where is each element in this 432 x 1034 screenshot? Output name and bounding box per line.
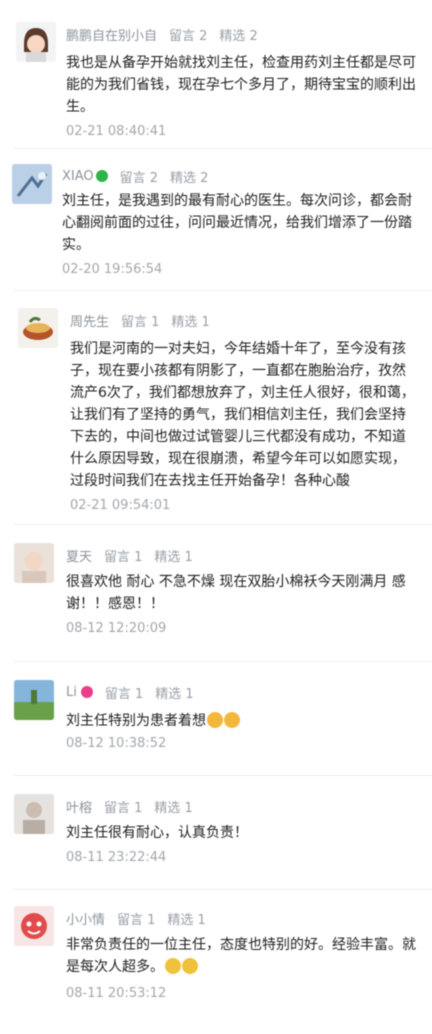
- status-badge-icon: [95, 170, 108, 182]
- comment-time: 02-20 19:56:54: [62, 262, 163, 277]
- comment-time: 08-11 20:53:12: [66, 986, 167, 1001]
- food-bowl-avatar-icon: [18, 308, 58, 348]
- comment-time: 02-21 09:54:01: [70, 498, 171, 513]
- divider: [14, 290, 432, 291]
- nickname[interactable]: 周先生: [70, 311, 109, 330]
- reply-count: 留言 1: [121, 314, 160, 330]
- featured-count: 精选 1: [155, 686, 194, 702]
- nickname[interactable]: Li: [66, 685, 77, 700]
- avatar[interactable]: [14, 906, 54, 946]
- comment-text: 刘主任特别为患者着想: [66, 710, 418, 732]
- avatar[interactable]: [16, 22, 56, 62]
- nickname[interactable]: 鹏鹏自在别小自: [66, 25, 157, 44]
- avatar[interactable]: [18, 308, 58, 348]
- divider: [14, 775, 432, 776]
- avatar[interactable]: [14, 543, 54, 583]
- comment-text: 我们是河南的一对夫妇，今年结婚十年了，至今没有孩子，现在要小孩都有阴影了，一直都…: [70, 341, 415, 489]
- comment-text-body: 刘主任特别为患者着想: [66, 713, 206, 729]
- featured-count: 精选 1: [171, 314, 210, 330]
- avatar[interactable]: [14, 794, 54, 834]
- reply-count: 留言 1: [104, 800, 143, 816]
- reply-count: 留言 1: [104, 549, 143, 565]
- divider: [14, 661, 432, 662]
- red-cartoon-avatar-icon: [14, 906, 54, 946]
- featured-count: 精选 1: [154, 549, 193, 565]
- cartoon-girl-avatar-icon: [16, 22, 56, 62]
- divider: [14, 148, 432, 149]
- featured-count: 精选 2: [219, 28, 258, 44]
- comment-time: 08-12 12:20:09: [66, 621, 167, 636]
- flower-badge-icon: [80, 686, 93, 698]
- landscape-avatar-icon: [14, 680, 54, 720]
- person-photo-avatar-icon: [14, 794, 54, 834]
- comment-text-body: 非常负责任的一位主任，态度也特别的好。经验丰富。就是每次人超多。: [66, 937, 416, 975]
- nickname[interactable]: 叶榕: [66, 797, 92, 816]
- thumbs-up-icon: [224, 712, 240, 728]
- crying-face-icon: [182, 958, 198, 974]
- comment-text: 刘主任，是我遇到的最有耐心的医生。每次问诊，都会耐心翻阅前面的过往，问问最近情况…: [62, 193, 412, 253]
- featured-count: 精选 2: [170, 170, 209, 186]
- reply-count: 留言 1: [117, 912, 156, 928]
- sky-photo-avatar-icon: [12, 164, 52, 204]
- nickname[interactable]: 小小情: [66, 909, 105, 928]
- divider: [14, 524, 432, 525]
- featured-count: 精选 1: [167, 912, 206, 928]
- comment-time: 08-12 10:38:52: [66, 736, 167, 751]
- thumbs-up-icon: [207, 712, 223, 728]
- comment-list: 鹏鹏自在别小自 留言 2 精选 2 我也是从备孕开始就找刘主任，检查用药刘主任都…: [0, 0, 432, 1034]
- nickname[interactable]: 夏天: [66, 546, 92, 565]
- featured-count: 精选 1: [154, 800, 193, 816]
- reply-count: 留言 1: [104, 686, 144, 702]
- comment-time: 02-21 08:40:41: [66, 124, 167, 139]
- crying-face-icon: [165, 958, 181, 974]
- baby-photo-avatar-icon: [14, 543, 54, 583]
- divider: [14, 889, 432, 890]
- comment-text: 刘主任很有耐心，认真负责！: [66, 825, 248, 841]
- avatar[interactable]: [14, 680, 54, 720]
- comment-text: 非常负责任的一位主任，态度也特别的好。经验丰富。就是每次人超多。: [66, 934, 418, 978]
- avatar[interactable]: [12, 164, 52, 204]
- reply-count: 留言 2: [119, 170, 159, 186]
- reply-count: 留言 2: [169, 28, 208, 44]
- nickname[interactable]: XIAO: [62, 169, 94, 184]
- comment-text: 我也是从备孕开始就找刘主任，检查用药刘主任都是尽可能的为我们省钱，现在孕七个多月…: [66, 55, 416, 115]
- comment-text: 很喜欢他 耐心 不急不燥 现在双胎小棉袄今天刚满月 感谢！！感恩！！: [66, 574, 406, 612]
- comment-time: 08-11 23:22:44: [66, 850, 167, 865]
